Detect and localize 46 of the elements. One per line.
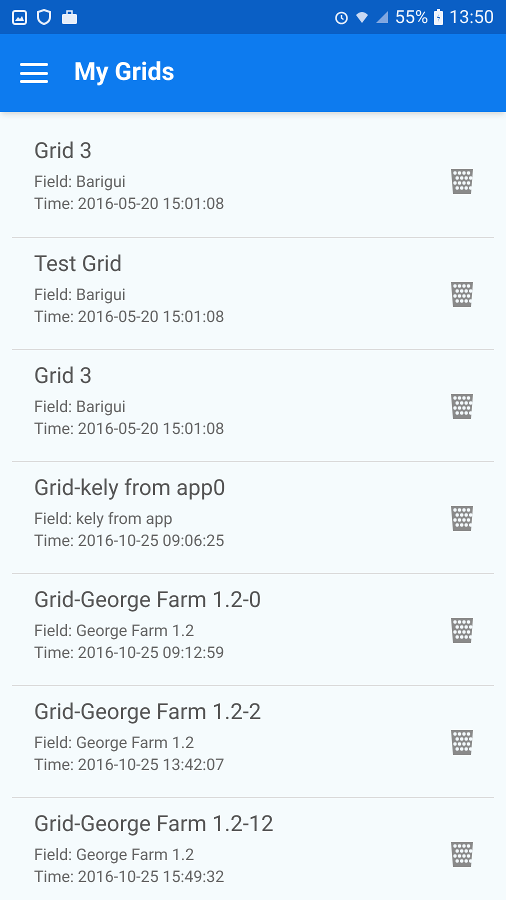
grid-field: Field: Barigui (34, 396, 450, 418)
grid-list-item[interactable]: Test Grid Field: Barigui Time: 2016-05-20 15:01:08 (12, 238, 450, 349)
grid-list-item[interactable]: Grid-George Farm 1.2-12 Field: George Farm 1.2 Time: 2016-10-25 15:49:32 (12, 798, 450, 888)
battery-percentage: 55% (394, 6, 428, 30)
trash-icon[interactable] (450, 392, 474, 420)
grid-time: Time: 2016-05-20 15:01:08 (34, 418, 226, 440)
signal-icon (374, 10, 389, 24)
grid-name: Test Grid (34, 251, 123, 279)
battery-icon (434, 9, 444, 25)
grid-time: Time: 2016-05-20 15:01:08 (34, 193, 226, 215)
grid-field: Field: kely from app (34, 508, 450, 530)
grid-list-item[interactable]: Grid 3 Field: Barigui Time: 2016-05-20 15:01:08 (12, 350, 450, 461)
grid-list-item[interactable]: Grid-kely from app0 Field: kely from app Time: 2016-10-25 09:06:25 (12, 462, 450, 573)
trash-icon[interactable] (450, 167, 474, 195)
grid-name: Grid-George Farm 1.2-2 (34, 699, 262, 727)
grid-name: Grid 3 (34, 363, 94, 391)
grid-list-item[interactable]: Grid 3 Field: Barigui Time: 2016-05-20 15:01:08 (12, 125, 450, 237)
grid-field: Field: Barigui (34, 284, 450, 306)
grid-name: Grid-kely from app0 (34, 475, 226, 503)
menu-icon[interactable] (20, 63, 48, 83)
shield-icon (37, 9, 51, 25)
grid-name: Grid 3 (34, 138, 94, 166)
grid-time: Time: 2016-10-25 09:06:25 (34, 530, 226, 552)
grid-time: Time: 2016-10-25 09:12:59 (34, 642, 226, 664)
grid-field: Field: George Farm 1.2 (34, 620, 450, 642)
grid-list-item[interactable]: Grid-George Farm 1.2-0 Field: George Farm 1.2 Time: 2016-10-25 09:12:59 (12, 574, 450, 685)
grid-name: Grid-George Farm 1.2-12 (34, 811, 275, 839)
trash-icon[interactable] (450, 840, 474, 868)
briefcase-icon (61, 10, 78, 24)
grid-field: Field: George Farm 1.2 (34, 844, 450, 866)
grid-time: Time: 2016-05-20 15:01:08 (34, 306, 226, 328)
trash-icon[interactable] (450, 280, 474, 308)
trash-icon[interactable] (450, 616, 474, 644)
grid-field: Field: George Farm 1.2 (34, 732, 450, 754)
grid-time: Time: 2016-10-25 13:42:07 (34, 754, 226, 776)
wifi-icon (354, 10, 369, 24)
grid-name: Grid-George Farm 1.2-0 (34, 587, 262, 615)
grid-time: Time: 2016-10-25 15:49:32 (34, 866, 226, 888)
image-icon (12, 10, 27, 24)
trash-icon[interactable] (450, 728, 474, 756)
alarm-icon (334, 10, 349, 24)
trash-icon[interactable] (450, 504, 474, 532)
app-title: My Grids (74, 57, 174, 90)
clock-time: 13:50 (449, 6, 494, 30)
grid-list-item[interactable]: Grid-George Farm 1.2-2 Field: George Farm 1.2 Time: 2016-10-25 13:42:07 (12, 686, 450, 797)
grid-field: Field: Barigui (34, 171, 450, 193)
